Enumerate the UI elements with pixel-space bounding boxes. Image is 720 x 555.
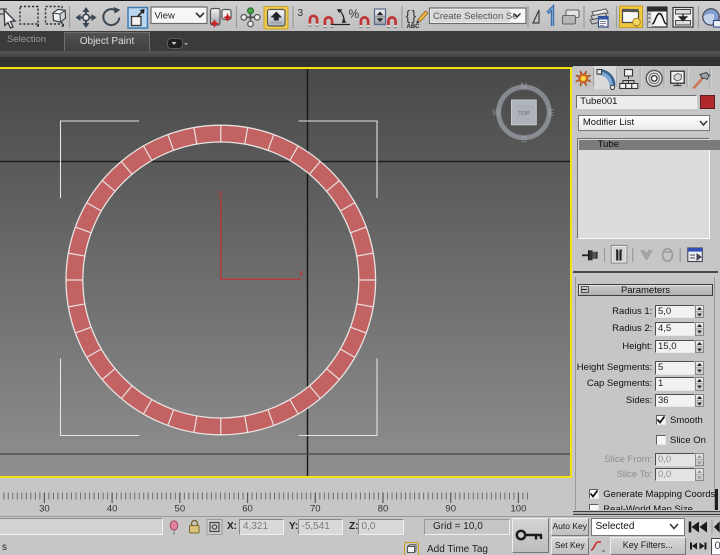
svg-text:N: N xyxy=(521,81,528,91)
svg-text:TOP: TOP xyxy=(518,111,530,117)
svg-text:S: S xyxy=(521,134,527,144)
svg-text:ABC: ABC xyxy=(407,24,421,30)
svg-text:Create Selection Se: Create Selection Se xyxy=(433,11,518,22)
svg-text:}: } xyxy=(412,7,417,23)
svg-text:%: % xyxy=(349,7,360,21)
svg-text:3: 3 xyxy=(298,8,304,19)
svg-text:50: 50 xyxy=(175,504,186,515)
svg-text:80: 80 xyxy=(378,504,389,515)
svg-text:W: W xyxy=(492,108,501,118)
svg-text:View: View xyxy=(155,11,176,22)
svg-text:{: { xyxy=(406,7,411,23)
svg-text:y: y xyxy=(219,188,224,198)
svg-text:30: 30 xyxy=(39,504,50,515)
svg-text:60: 60 xyxy=(242,504,253,515)
svg-text:70: 70 xyxy=(310,504,321,515)
svg-text:90: 90 xyxy=(445,504,456,515)
svg-text:40: 40 xyxy=(107,504,118,515)
svg-text:100: 100 xyxy=(511,504,527,515)
svg-text:E: E xyxy=(548,108,554,118)
svg-text:x: x xyxy=(299,268,304,278)
